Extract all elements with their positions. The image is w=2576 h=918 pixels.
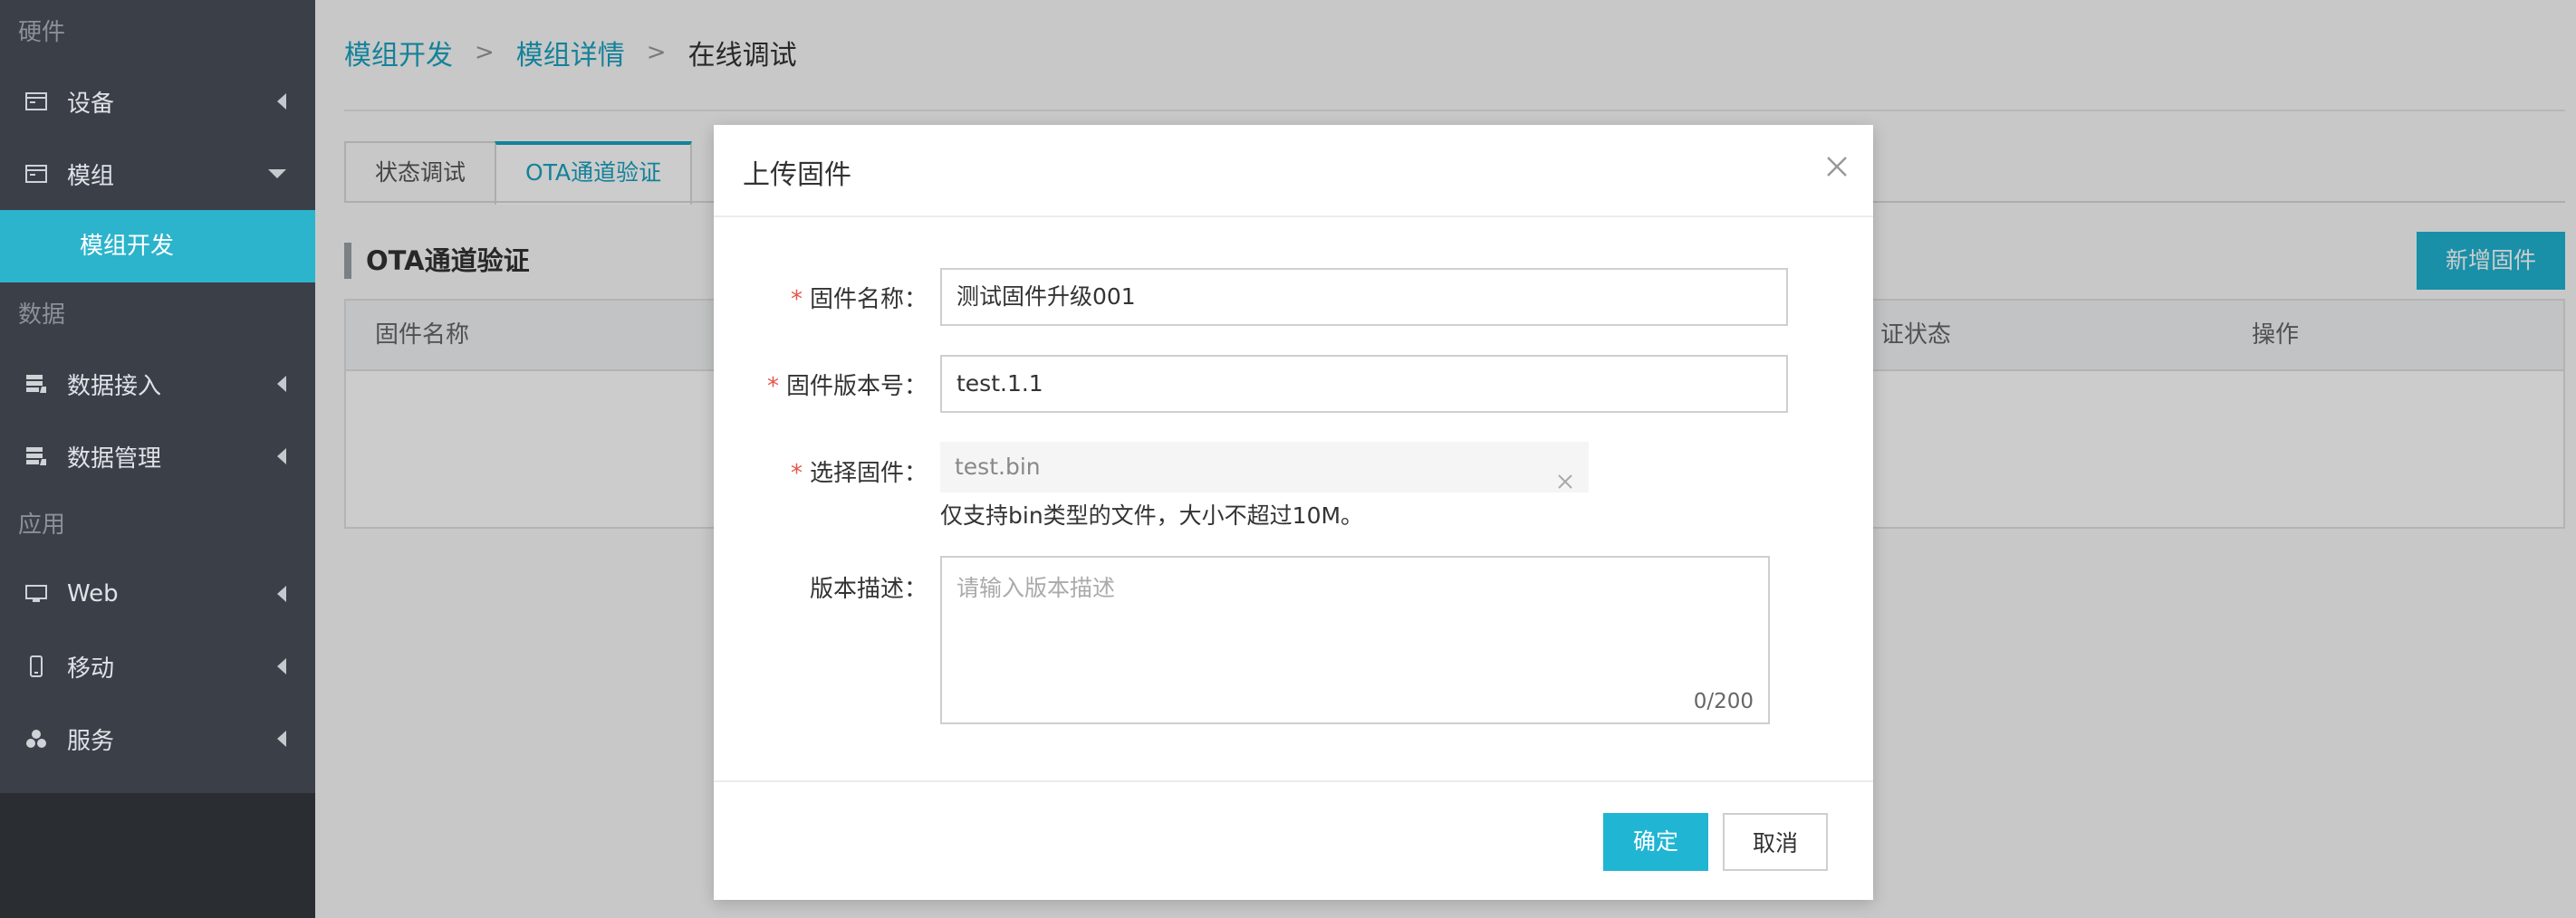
chevron-left-icon [277,376,286,392]
sidebar-item-mobile[interactable]: 移动 [0,630,315,703]
char-counter: 0/200 [1693,690,1754,713]
field-label: * 选择固件： [790,460,928,487]
field-label: * 固件版本号： [766,373,928,400]
database-icon [24,371,49,397]
close-icon[interactable] [1819,148,1855,185]
chevron-left-icon [277,448,286,464]
chevron-left-icon [277,586,286,602]
section-label-data: 数据 [18,301,66,329]
confirm-button[interactable]: 确定 [1603,813,1708,871]
sidebar-item-module-dev[interactable]: 模组开发 [0,210,315,282]
sidebar-menu: 硬件 设备 模组 模组开发 数据 数据接入 数据管理 应用 Web 移动 服务 [0,0,315,793]
cancel-button[interactable]: 取消 [1723,813,1828,871]
sidebar-item-label: 设备 [67,90,115,118]
sidebar-item-label: 模组 [67,162,115,190]
section-label-app: 应用 [18,512,66,539]
textarea-placeholder: 请输入版本描述 [956,575,1116,601]
sidebar-item-label: Web [67,580,119,607]
upload-firmware-dialog: 上传固件 * 固件名称： 测试固件升级001 * 固件版本号： test.1.1 *… [714,125,1873,900]
sidebar-item-label: 数据管理 [67,445,162,473]
phone-icon [24,654,49,679]
database-icon [24,444,49,469]
chevron-left-icon [277,658,286,674]
chevron-down-icon [268,169,286,178]
modal-header: 上传固件 [714,125,1873,217]
sidebar-item-device[interactable]: 设备 [0,65,315,138]
sidebar-item-data-access[interactable]: 数据接入 [0,348,315,420]
sidebar-item-module[interactable]: 模组 [0,138,315,210]
sidebar: 硬件 设备 模组 模组开发 数据 数据接入 数据管理 应用 Web 移动 服务 [0,0,315,918]
file-name: test.bin [955,454,1041,480]
required-mark: * [790,286,803,313]
sidebar-item-label: 服务 [67,727,115,755]
sidebar-item-label: 移动 [67,655,115,683]
section-label-hardware: 硬件 [18,19,66,46]
chevron-left-icon [277,731,286,747]
version-description-textarea[interactable]: 请输入版本描述 0/200 [940,556,1770,724]
firmware-name-input[interactable]: 测试固件升级001 [940,268,1788,326]
field-label: 版本描述： [809,576,928,603]
chevron-left-icon [277,93,286,110]
sidebar-item-web[interactable]: Web [0,558,315,630]
firmware-version-input[interactable]: test.1.1 [940,355,1788,413]
modal-title: 上传固件 [743,159,851,191]
field-label: * 固件名称： [790,286,928,313]
required-mark: * [790,460,803,487]
required-mark: * [766,373,779,400]
device-icon [24,89,49,114]
sidebar-item-label: 数据接入 [67,372,162,400]
clear-file-icon[interactable] [1556,458,1574,489]
monitor-icon [24,581,49,607]
modal-footer: 确定 取消 [714,780,1873,902]
selected-file[interactable]: test.bin [940,442,1589,492]
sidebar-item-service[interactable]: 服务 [0,703,315,775]
cubes-icon [24,726,49,751]
sidebar-item-data-manage[interactable]: 数据管理 [0,420,315,492]
file-hint: 仅支持bin类型的文件，大小不超过10M。 [940,502,1364,529]
module-icon [24,161,49,186]
